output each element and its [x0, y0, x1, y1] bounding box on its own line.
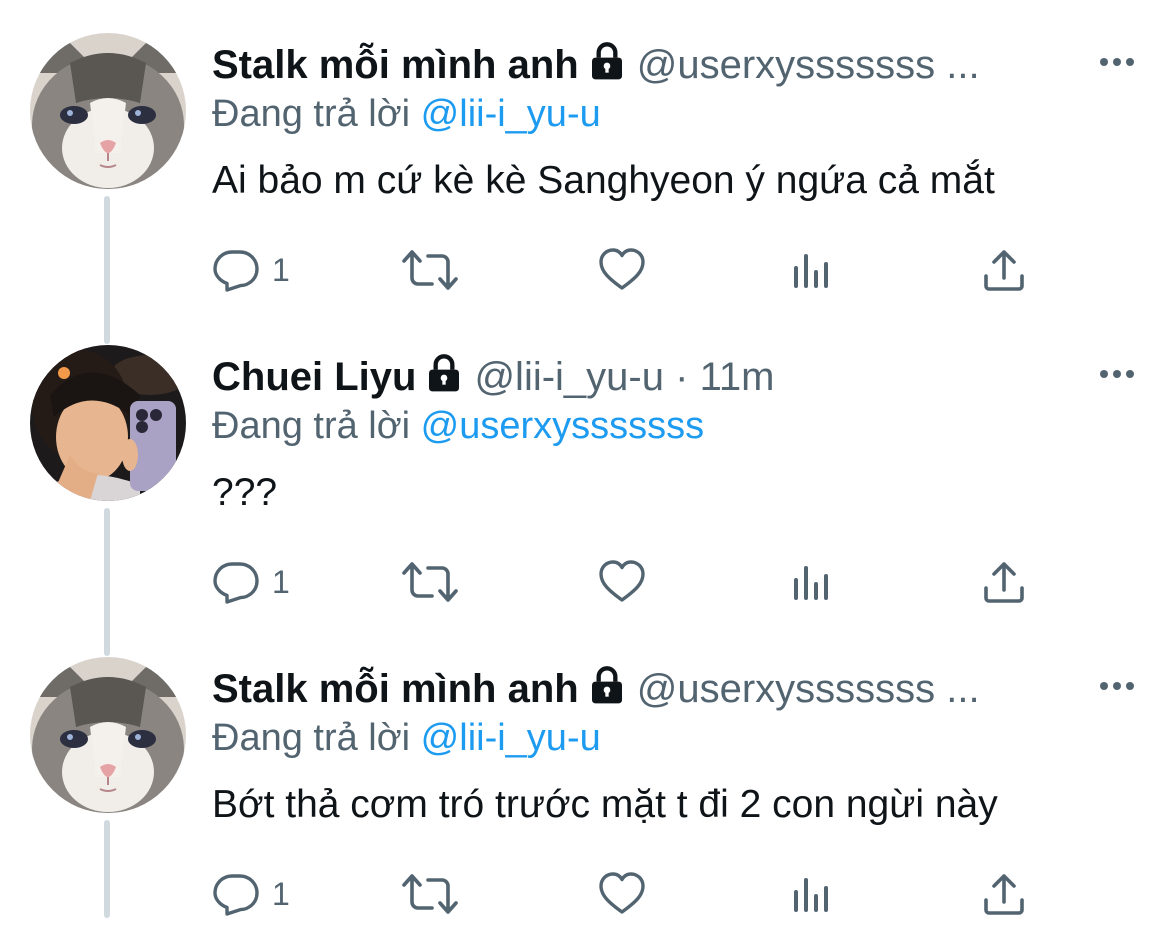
retweet-icon: [400, 558, 460, 606]
retweet-button[interactable]: [400, 555, 460, 609]
replying-to: Đang trả lời @lii-i_yu-u: [212, 91, 601, 137]
views-icon: [790, 872, 834, 916]
replying-to: Đang trả lời @userxysssssss: [212, 403, 704, 449]
share-icon: [982, 560, 1026, 604]
timestamp[interactable]: 11m: [700, 355, 775, 399]
more-icon[interactable]: [1097, 52, 1137, 72]
replying-to: Đang trả lời @lii-i_yu-u: [212, 715, 601, 761]
reply-count: 1: [272, 563, 290, 600]
share-button[interactable]: [982, 555, 1026, 609]
lock-icon: [587, 665, 627, 705]
reply-prefix: Đang trả lời: [212, 717, 411, 759]
views-button[interactable]: [790, 867, 834, 921]
reply-icon: [212, 558, 260, 606]
share-button[interactable]: [982, 867, 1026, 921]
handle[interactable]: @lii-i_yu-u: [474, 355, 664, 399]
retweet-icon: [400, 870, 460, 918]
cat-avatar-image: [30, 657, 186, 813]
like-button[interactable]: [598, 243, 646, 297]
separator: ·: [675, 355, 689, 399]
reply-button[interactable]: 1: [212, 555, 290, 609]
lock-icon: [587, 41, 627, 81]
tweet-text: ???: [212, 471, 278, 514]
avatar[interactable]: [30, 345, 186, 501]
person-avatar-image: [30, 345, 186, 501]
action-bar: 1: [0, 243, 1170, 297]
reply-icon: [212, 870, 260, 918]
tweet-header: Stalk mỗi mình anh @userxysssssss ...: [212, 664, 1082, 714]
tweet[interactable]: Stalk mỗi mình anh @userxysssssss ... Đan…: [0, 0, 1170, 312]
tweet[interactable]: Stalk mỗi mình anh @userxysssssss ... Đan…: [0, 624, 1170, 936]
share-button[interactable]: [982, 243, 1026, 297]
retweet-icon: [400, 246, 460, 294]
handle[interactable]: @userxysssssss ...: [637, 667, 980, 711]
action-bar: 1: [0, 867, 1170, 921]
retweet-button[interactable]: [400, 243, 460, 297]
share-icon: [982, 872, 1026, 916]
reply-icon: [212, 246, 260, 294]
like-icon: [598, 870, 646, 918]
display-name[interactable]: Stalk mỗi mình anh: [212, 43, 579, 87]
like-button[interactable]: [598, 867, 646, 921]
views-button[interactable]: [790, 243, 834, 297]
reply-prefix: Đang trả lời: [212, 405, 411, 447]
avatar[interactable]: [30, 33, 186, 189]
views-icon: [790, 248, 834, 292]
cat-avatar-image: [30, 33, 186, 189]
reply-button[interactable]: 1: [212, 867, 290, 921]
tweet[interactable]: Chuei Liyu @lii-i_yu-u · 11m Đang trả lời…: [0, 312, 1170, 624]
reply-mention[interactable]: @lii-i_yu-u: [421, 93, 601, 135]
display-name[interactable]: Stalk mỗi mình anh: [212, 667, 579, 711]
views-icon: [790, 560, 834, 604]
avatar[interactable]: [30, 657, 186, 813]
share-icon: [982, 248, 1026, 292]
more-icon[interactable]: [1097, 676, 1137, 696]
display-name[interactable]: Chuei Liyu: [212, 355, 416, 399]
reply-count: 1: [272, 875, 290, 912]
views-button[interactable]: [790, 555, 834, 609]
lock-icon: [424, 353, 464, 393]
tweet-header: Stalk mỗi mình anh @userxysssssss ...: [212, 40, 1082, 90]
tweet-text: Bớt thả cơm tró trước mặt t đi 2 con ngừ…: [212, 783, 998, 826]
handle[interactable]: @userxysssssss ...: [637, 43, 980, 87]
reply-button[interactable]: 1: [212, 243, 290, 297]
like-icon: [598, 558, 646, 606]
like-button[interactable]: [598, 555, 646, 609]
tweet-text: Ai bảo m cứ kè kè Sanghyeon ý ngứa cả mắ…: [212, 159, 995, 202]
more-icon[interactable]: [1097, 364, 1137, 384]
like-icon: [598, 246, 646, 294]
reply-mention[interactable]: @lii-i_yu-u: [421, 717, 601, 759]
tweet-header: Chuei Liyu @lii-i_yu-u · 11m: [212, 352, 1082, 402]
reply-prefix: Đang trả lời: [212, 93, 411, 135]
retweet-button[interactable]: [400, 867, 460, 921]
action-bar: 1: [0, 555, 1170, 609]
reply-mention[interactable]: @userxysssssss: [421, 405, 705, 447]
reply-count: 1: [272, 251, 290, 288]
